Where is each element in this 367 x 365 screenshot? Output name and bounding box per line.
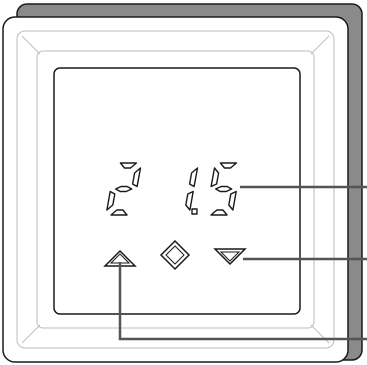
thermostat-diagram (2, 3, 367, 363)
digit-segment (114, 185, 133, 193)
digit-segment (214, 185, 233, 193)
decimal-point (191, 208, 198, 215)
glass-panel (53, 67, 301, 315)
